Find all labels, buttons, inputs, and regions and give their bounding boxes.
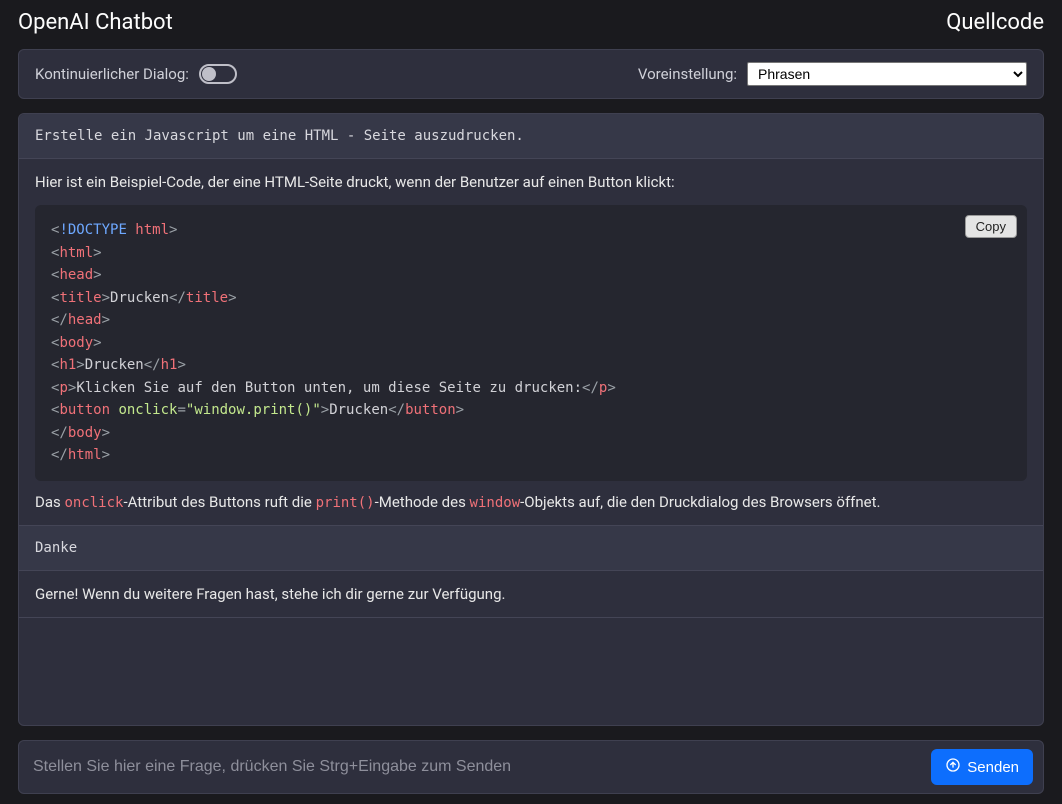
chat-panel: Erstelle ein Javascript um eine HTML - S… [18, 113, 1044, 726]
preset-label: Voreinstellung: [638, 65, 737, 83]
toggle-knob [202, 67, 216, 81]
top-bar: OpenAI Chatbot Quellcode [0, 0, 1062, 49]
continuous-dialog-toggle[interactable] [199, 64, 237, 84]
copy-button[interactable]: Copy [965, 215, 1017, 238]
code-content[interactable]: <!DOCTYPE html> <html> <head> <title>Dru… [35, 205, 1027, 481]
assistant-intro: Hier ist ein Beispiel-Code, der eine HTM… [35, 173, 1027, 191]
send-label: Senden [967, 759, 1019, 776]
app-title: OpenAI Chatbot [18, 10, 173, 35]
send-button[interactable]: Senden [931, 749, 1033, 785]
chat-message-assistant: Gerne! Wenn du weitere Fragen hast, steh… [19, 570, 1043, 618]
input-bar: Senden [18, 740, 1044, 794]
question-input[interactable] [29, 752, 921, 782]
assistant-text: Gerne! Wenn du weitere Fragen hast, steh… [35, 585, 1027, 603]
preset-select[interactable]: Phrasen [747, 62, 1027, 86]
assistant-outro: Das onclick-Attribut des Buttons ruft di… [35, 493, 1027, 511]
code-block: Copy <!DOCTYPE html> <html> <head> <titl… [35, 205, 1027, 481]
settings-panel: Kontinuierlicher Dialog: Voreinstellung:… [18, 49, 1044, 99]
chat-message-user: Danke [19, 525, 1043, 570]
continuous-dialog-label: Kontinuierlicher Dialog: [35, 65, 189, 83]
send-icon [945, 757, 961, 777]
source-link[interactable]: Quellcode [946, 10, 1044, 35]
chat-message-user: Erstelle ein Javascript um eine HTML - S… [19, 114, 1043, 158]
chat-message-assistant: Hier ist ein Beispiel-Code, der eine HTM… [19, 158, 1043, 525]
